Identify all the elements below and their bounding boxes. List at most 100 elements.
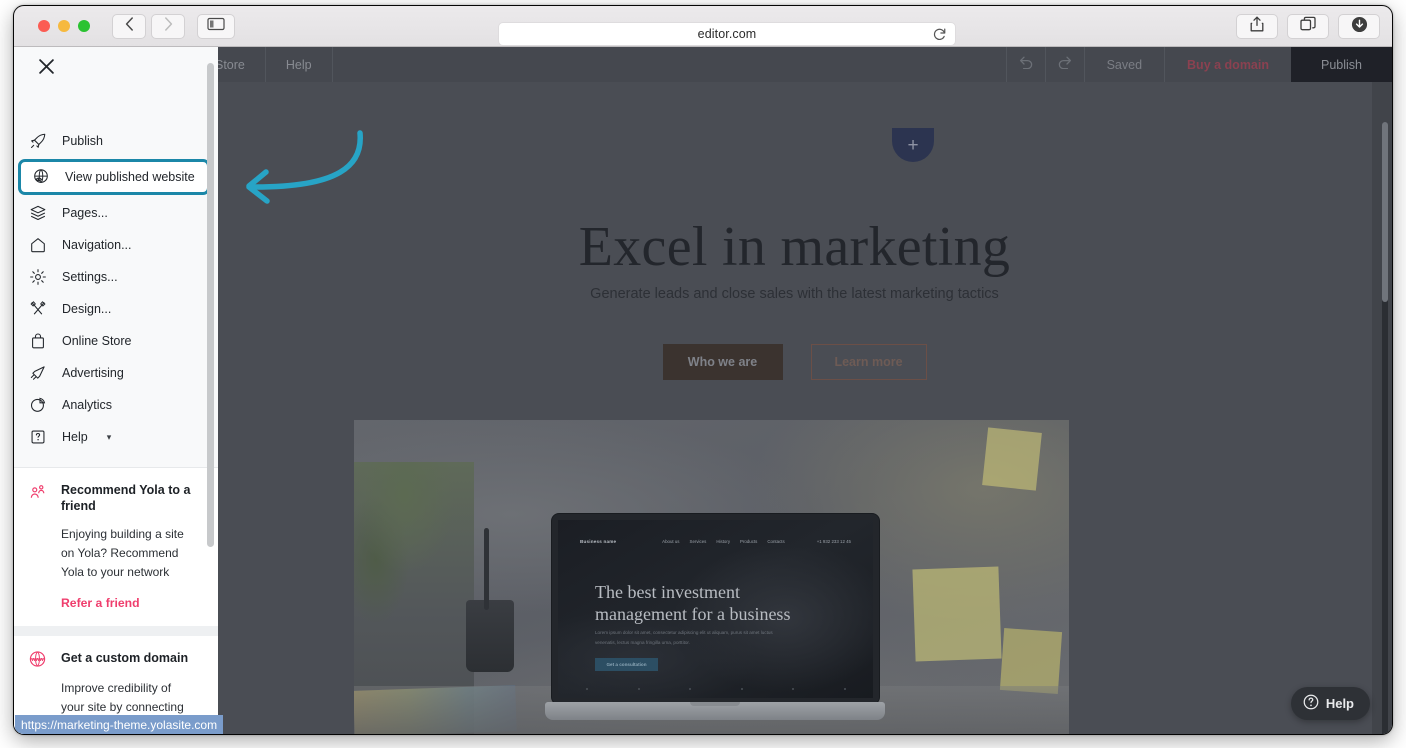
sidebar-item-publish[interactable]: Publish	[14, 125, 218, 157]
screen-headline: The best investment management for a bus…	[595, 582, 791, 624]
sidebar-item-advertising[interactable]: Advertising	[14, 357, 218, 389]
sidebar-item-label: Advertising	[62, 366, 124, 380]
laptop-lid: Business name About us Services History …	[552, 514, 879, 704]
sidebar-item-label: Publish	[62, 134, 103, 148]
megaphone-icon	[28, 364, 47, 383]
globe-eye-icon	[31, 168, 50, 187]
chevron-down-icon: ▾	[106, 431, 112, 442]
window-minimize-button[interactable]	[58, 20, 70, 32]
hero-button-group: Who we are Learn more	[217, 344, 1372, 380]
editor-topbar: Navigation Design Store Help Saved	[14, 47, 1392, 82]
hero-title: Excel in marketing	[578, 216, 1011, 278]
close-icon	[38, 58, 55, 80]
share-icon	[1250, 16, 1264, 37]
browser-toolbar: editor.com	[14, 6, 1392, 47]
screen-phone: +1 932 233 12 45	[816, 538, 851, 544]
sidebar-item-help[interactable]: Help ▾	[14, 421, 218, 453]
promo-header: Recommend Yola to a friend	[28, 482, 202, 515]
pen-cup	[466, 600, 514, 672]
site-preview: + Excel in marketing Generate leads and …	[217, 82, 1372, 734]
help-widget-label: Help	[1325, 696, 1354, 711]
learn-more-button[interactable]: Learn more	[810, 344, 927, 380]
sticky-note	[912, 566, 1002, 662]
saved-status: Saved	[1106, 57, 1143, 72]
undo-icon	[1018, 55, 1034, 74]
sidebar-item-label: Design...	[62, 302, 112, 316]
redo-icon	[1057, 55, 1073, 74]
promo-body: Enjoying building a site on Yola? Recomm…	[61, 526, 184, 580]
toolbar-right-buttons	[1236, 14, 1380, 39]
screen-navbar: Business name About us Services History …	[558, 534, 873, 548]
sticky-note	[999, 628, 1063, 694]
laptop: Business name About us Services History …	[545, 514, 885, 734]
svg-text:www: www	[30, 657, 44, 663]
screen-menu-item: Services	[689, 538, 707, 544]
page-viewport: Navigation Design Store Help Saved	[14, 47, 1392, 734]
pen	[484, 528, 489, 610]
canvas-scrollbar[interactable]	[1382, 122, 1388, 734]
share-button[interactable]	[1236, 14, 1278, 39]
sidebar-item-settings[interactable]: Settings...	[14, 261, 218, 293]
screen-menu-item: Contacts	[767, 538, 785, 544]
sidebar-item-online-store[interactable]: Online Store	[14, 325, 218, 357]
screen-menu-item: Products	[740, 538, 758, 544]
redo-button[interactable]	[1046, 47, 1084, 82]
sidebar-item-label: Analytics	[62, 398, 113, 412]
bag-icon	[28, 332, 47, 351]
promo-title: Get a custom domain	[61, 650, 189, 665]
screen-brand: Business name	[580, 538, 617, 544]
panel-scrollbar[interactable]	[207, 63, 214, 661]
status-bar-url: https://marketing-theme.yolasite.com	[15, 715, 224, 734]
home-icon	[28, 236, 47, 255]
screen-menu-item: About us	[662, 538, 680, 544]
sidebar-toggle-button[interactable]	[197, 14, 235, 39]
main-menu-list: Publish View published website Pages...	[14, 109, 218, 453]
back-button[interactable]	[112, 14, 146, 39]
new-tab-button[interactable]	[1287, 14, 1329, 39]
address-bar[interactable]: editor.com	[498, 22, 956, 46]
gear-icon	[28, 268, 47, 287]
www-globe-icon: www	[28, 650, 47, 669]
brushes-icon	[28, 300, 47, 319]
sidebar-item-design[interactable]: Design...	[14, 293, 218, 325]
sidebar-item-navigation[interactable]: Navigation...	[14, 229, 218, 261]
main-menu-panel: Publish View published website Pages...	[14, 47, 218, 734]
hero-image-block[interactable]: Business name About us Services History …	[354, 420, 1069, 734]
undo-button[interactable]	[1007, 47, 1045, 82]
refer-a-friend-link[interactable]: Refer a friend	[61, 596, 202, 610]
help-widget-button[interactable]: Help	[1290, 687, 1370, 720]
close-panel-button[interactable]	[32, 55, 60, 83]
publish-button[interactable]: Publish	[1291, 47, 1392, 82]
who-we-are-button[interactable]: Who we are	[662, 344, 783, 380]
sidebar-item-label: Settings...	[62, 270, 118, 284]
add-section-top-button[interactable]: +	[892, 128, 934, 162]
sidebar-item-label: Online Store	[62, 334, 132, 348]
downloads-icon	[1351, 16, 1368, 38]
browser-window: editor.com Store Help Saved Buy a domain…	[14, 6, 1392, 734]
promo-title: Recommend Yola to a friend	[61, 483, 191, 514]
window-maximize-button[interactable]	[78, 20, 90, 32]
sidebar-item-analytics[interactable]: Analytics	[14, 389, 218, 421]
new-tab-icon	[1300, 16, 1316, 37]
downloads-button[interactable]	[1338, 14, 1380, 39]
reload-icon[interactable]	[932, 27, 947, 42]
pie-chart-icon	[28, 396, 47, 415]
topbar-item-help[interactable]: Help	[266, 47, 332, 82]
sidebar-item-view-published-website[interactable]: View published website	[18, 159, 210, 195]
laptop-screen: Business name About us Services History …	[558, 520, 873, 698]
promo-header: www Get a custom domain	[28, 650, 202, 669]
address-text: editor.com	[697, 27, 757, 41]
screen-carousel-dots	[586, 688, 846, 690]
promo-recommend-yola: Recommend Yola to a friend Enjoying buil…	[14, 468, 218, 626]
sidebar-item-label: Help	[62, 430, 88, 444]
layers-icon	[28, 204, 47, 223]
editor-canvas: + Excel in marketing Generate leads and …	[14, 82, 1392, 734]
sidebar-item-label: Navigation...	[62, 238, 132, 252]
laptop-notch	[690, 702, 740, 706]
chevron-right-icon	[164, 17, 173, 36]
buy-domain-button[interactable]: Buy a domain	[1165, 47, 1291, 82]
window-close-button[interactable]	[38, 20, 50, 32]
forward-button[interactable]	[151, 14, 185, 39]
sidebar-item-pages[interactable]: Pages...	[14, 197, 218, 229]
